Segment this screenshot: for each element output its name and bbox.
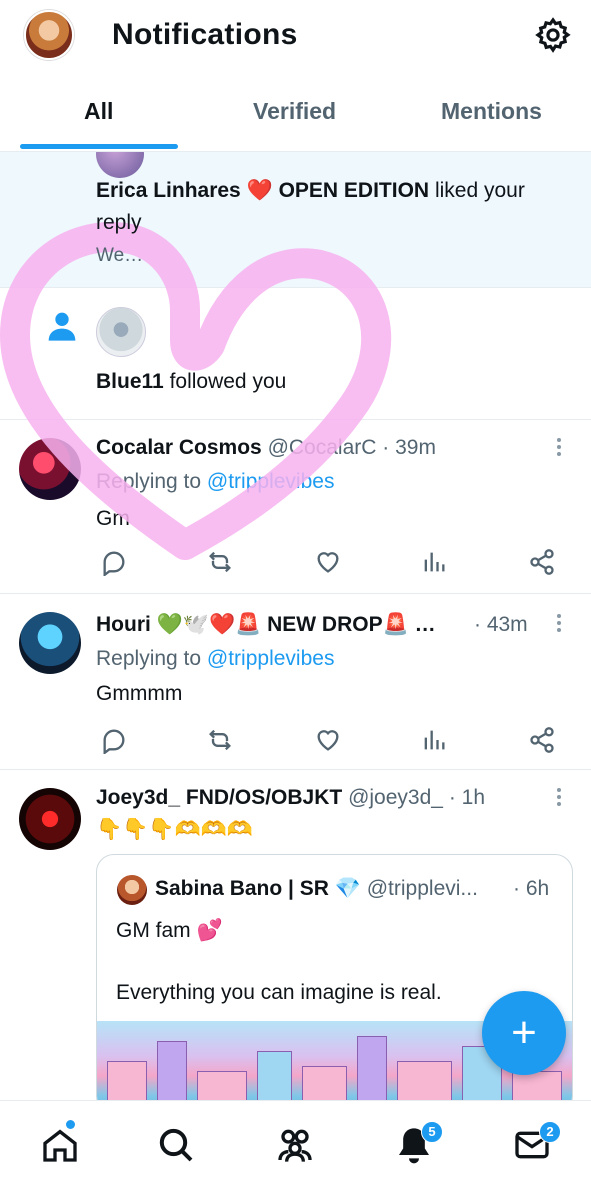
liker-name-suffix: OPEN EDITION <box>278 179 430 202</box>
quoted-tweet-time: · 6h <box>513 877 550 900</box>
top-bar: Notifications All Verified Mentions <box>0 0 591 152</box>
settings-gear-icon[interactable] <box>534 16 572 54</box>
tweet-header: Houri 💚🕊️❤️🚨 NEW DROP🚨 … <box>96 613 436 637</box>
tweet-actions <box>96 548 566 578</box>
tweet-text: Gmmmm <box>96 682 183 705</box>
liked-action-text: liked your <box>434 179 525 202</box>
person-follow-icon <box>48 312 76 341</box>
follow-action-text: followed you <box>169 370 287 393</box>
replying-to-line: Replying to @tripplevibes <box>96 647 334 671</box>
home-new-content-dot <box>66 1120 75 1129</box>
author-name[interactable]: Houri 💚🕊️❤️🚨 NEW DROP🚨 … <box>96 613 436 636</box>
tab-all[interactable]: All <box>84 98 113 125</box>
quoted-tweet-header: Sabina Bano | SR 💎 @tripplevi... <box>155 877 478 901</box>
like-notification-text: Erica Linhares ❤️ OPEN EDITION liked you… <box>96 179 525 203</box>
author-name[interactable]: Cocalar Cosmos <box>96 436 262 459</box>
retweet-icon[interactable] <box>206 548 234 576</box>
messages-badge: 2 <box>539 1121 561 1143</box>
tweet-header: Joey3d_ FND/OS/OBJKT @joey3d_ · 1h <box>96 786 485 810</box>
liked-action-text-cont: reply <box>96 211 142 234</box>
author-avatar[interactable] <box>19 788 81 850</box>
like-notification[interactable] <box>0 152 591 288</box>
active-tab-indicator <box>20 144 178 149</box>
tab-mentions[interactable]: Mentions <box>441 98 542 125</box>
quoted-author-name[interactable]: Sabina Bano | SR 💎 <box>155 877 361 900</box>
tweet-text: 👇👇👇🫶🫶🫶 <box>96 818 253 841</box>
compose-tweet-button[interactable]: + <box>482 991 566 1075</box>
tweet-actions <box>96 726 566 756</box>
replying-to-label: Replying to <box>96 470 202 493</box>
replying-to-handle[interactable]: @tripplevibes <box>207 470 335 493</box>
views-analytics-icon[interactable] <box>420 726 448 754</box>
quoted-author-avatar[interactable] <box>117 875 147 905</box>
red-heart-emoji: ❤️ <box>246 179 273 202</box>
replying-to-line: Replying to @tripplevibes <box>96 470 334 494</box>
bottom-navigation: 5 2 <box>0 1100 591 1200</box>
notifications-badge: 5 <box>421 1121 443 1143</box>
more-options-icon[interactable] <box>556 788 562 810</box>
follow-notification[interactable] <box>0 288 591 420</box>
quoted-tweet-text-line2: Everything you can imagine is real. <box>116 981 442 1004</box>
author-avatar[interactable] <box>19 612 81 674</box>
retweet-icon[interactable] <box>206 726 234 754</box>
tweet-time: · 1h <box>448 786 485 809</box>
tweet-time: · 39m <box>382 436 436 459</box>
tweet-time: · 43m <box>474 613 528 636</box>
search-icon[interactable] <box>156 1125 196 1165</box>
more-options-icon[interactable] <box>556 438 562 460</box>
share-icon[interactable] <box>528 548 556 576</box>
liker-avatar[interactable] <box>96 152 144 178</box>
author-name[interactable]: Joey3d_ FND/OS/OBJKT <box>96 786 342 809</box>
like-heart-icon[interactable] <box>314 548 342 576</box>
follow-notification-text: Blue11 followed you <box>96 370 286 394</box>
author-avatar[interactable] <box>19 438 81 500</box>
views-analytics-icon[interactable] <box>420 548 448 576</box>
more-options-icon[interactable] <box>556 614 562 636</box>
quoted-tweet-card[interactable]: Sabina Bano | SR 💎 @tripplevi... · 6h GM… <box>96 854 573 1114</box>
follower-name[interactable]: Blue11 <box>96 370 164 393</box>
liker-name[interactable]: Erica Linhares <box>96 179 241 202</box>
author-handle[interactable]: @CocalarC <box>268 436 377 459</box>
tab-verified[interactable]: Verified <box>253 98 336 125</box>
share-icon[interactable] <box>528 726 556 754</box>
home-icon[interactable] <box>40 1125 80 1165</box>
quoted-tweet-text-line1: GM fam 💕 <box>116 919 223 942</box>
tweet-text: Gm <box>96 507 130 530</box>
replying-to-handle[interactable]: @tripplevibes <box>207 647 335 670</box>
notification-tabs: All Verified Mentions <box>0 80 591 152</box>
like-heart-icon[interactable] <box>314 726 342 754</box>
reply-icon[interactable] <box>100 548 128 576</box>
tweet-header: Cocalar Cosmos @CocalarC · 39m <box>96 436 436 460</box>
follower-avatar[interactable] <box>96 307 146 357</box>
profile-avatar[interactable] <box>24 10 74 60</box>
author-handle[interactable]: @joey3d_ <box>348 786 443 809</box>
reply-icon[interactable] <box>100 726 128 754</box>
communities-icon[interactable] <box>275 1125 315 1165</box>
replying-to-label: Replying to <box>96 647 202 670</box>
page-title: Notifications <box>112 18 298 51</box>
liked-reply-snippet: We… <box>96 245 144 266</box>
quoted-author-handle[interactable]: @tripplevi... <box>367 877 478 900</box>
